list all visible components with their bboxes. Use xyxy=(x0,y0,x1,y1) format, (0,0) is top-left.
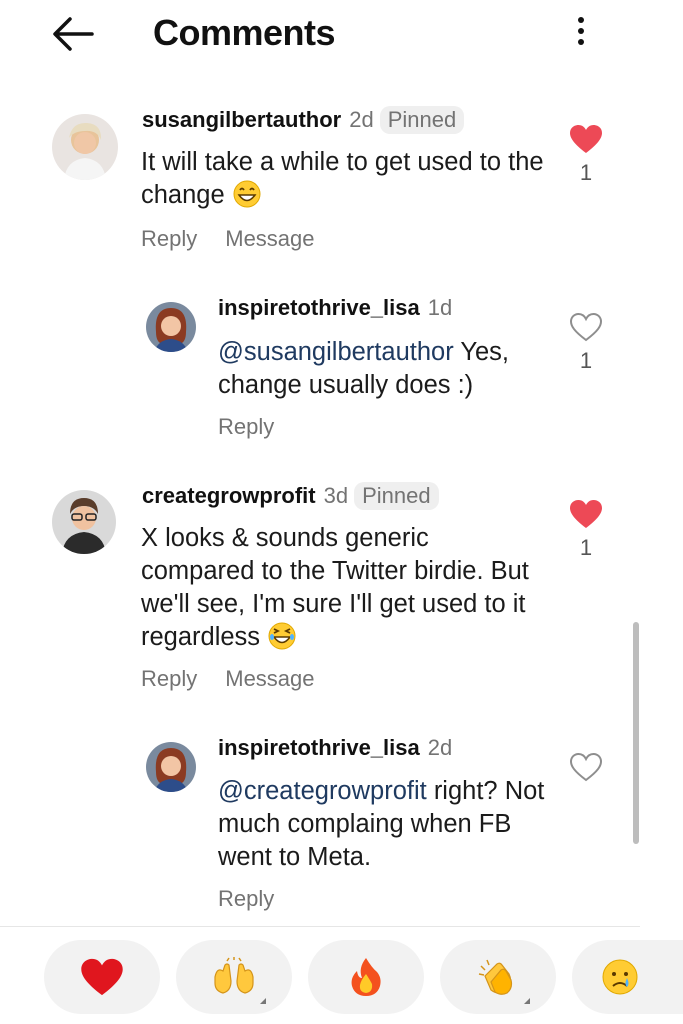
mention-link[interactable]: @creategrowprofit xyxy=(218,777,427,805)
comment-item: creategrowprofit 3d Pinned X looks & sound… xyxy=(0,475,640,705)
comment-text-wrap: @creategrowprofit right? Not much compla… xyxy=(218,775,548,874)
reaction-clapping-hands-button[interactable] xyxy=(440,940,556,1014)
like-control xyxy=(566,752,606,788)
pinned-badge: Pinned xyxy=(354,482,439,510)
comment-text-wrap: It will take a while to get used to the … xyxy=(141,146,561,212)
reaction-fire-button[interactable] xyxy=(308,940,424,1014)
comment-time: 1d xyxy=(427,295,453,320)
comment-time: 3d xyxy=(323,483,349,508)
comment-username[interactable]: inspiretothrive_lisa xyxy=(218,735,420,760)
message-button[interactable]: Message xyxy=(225,226,314,251)
laughing-face-emoji-icon xyxy=(267,621,297,651)
avatar[interactable] xyxy=(52,490,116,554)
message-button[interactable]: Message xyxy=(225,666,314,691)
comment-text: It will take a while to get used to the … xyxy=(141,148,544,209)
reaction-raising-hands-button[interactable] xyxy=(176,940,292,1014)
reaction-bar xyxy=(0,940,683,1024)
heart-filled-icon[interactable] xyxy=(569,499,603,529)
reaction-red-heart-button[interactable] xyxy=(44,940,160,1014)
like-control: 1 xyxy=(566,499,606,561)
comment-username[interactable]: inspiretothrive_lisa xyxy=(218,295,420,320)
crying-face-icon xyxy=(602,959,638,995)
comment-username[interactable]: susangilbertauthor xyxy=(142,107,341,132)
pinned-badge: Pinned xyxy=(379,106,465,134)
clapping-hands-icon xyxy=(478,959,513,995)
reaction-crying-face-button[interactable] xyxy=(572,940,683,1014)
scrollbar[interactable] xyxy=(633,622,639,844)
mention-link[interactable]: @susangilbertauthor xyxy=(218,338,454,366)
reply-button[interactable]: Reply xyxy=(141,666,197,691)
like-control: 1 xyxy=(566,312,606,374)
comment-text-wrap: X looks & sounds generic compared to the… xyxy=(141,522,541,654)
reply-button[interactable]: Reply xyxy=(218,886,274,911)
comment-text: X looks & sounds generic compared to the… xyxy=(141,524,529,651)
heart-filled-icon[interactable] xyxy=(569,124,603,154)
comment-time: 2d xyxy=(427,735,453,760)
raising-hands-icon xyxy=(214,957,254,994)
heart-outline-icon[interactable] xyxy=(569,752,603,782)
heart-outline-icon[interactable] xyxy=(569,312,603,342)
comment-username[interactable]: creategrowprofit xyxy=(142,483,316,508)
page-title: Comments xyxy=(153,12,336,53)
reply-item: inspiretothrive_lisa 2d @creategrowprofit… xyxy=(0,730,640,920)
skin-tone-indicator xyxy=(260,998,266,1004)
more-vertical-icon[interactable] xyxy=(566,12,596,56)
reply-item: inspiretothrive_lisa 1d @susangilbertauth… xyxy=(0,290,640,450)
header-bar: Comments xyxy=(0,0,683,70)
red-heart-icon xyxy=(81,958,123,996)
like-count: 1 xyxy=(579,535,593,560)
comment-time: 2d xyxy=(349,107,374,132)
like-count: 1 xyxy=(579,160,593,185)
skin-tone-indicator xyxy=(524,998,530,1004)
divider xyxy=(0,926,640,927)
grinning-face-emoji-icon xyxy=(232,179,262,209)
like-control: 1 xyxy=(566,124,606,186)
avatar[interactable] xyxy=(146,742,196,792)
reply-button[interactable]: Reply xyxy=(218,414,274,439)
comment-text-wrap: @susangilbertauthor Yes, change usually … xyxy=(218,336,558,402)
back-arrow-icon[interactable] xyxy=(50,14,96,54)
avatar[interactable] xyxy=(146,302,196,352)
fire-icon xyxy=(351,958,381,996)
reply-button[interactable]: Reply xyxy=(141,226,197,251)
comment-item: susangilbertauthor 2d Pinned It will take … xyxy=(0,100,640,270)
avatar[interactable] xyxy=(52,114,118,180)
like-count: 1 xyxy=(579,348,593,373)
